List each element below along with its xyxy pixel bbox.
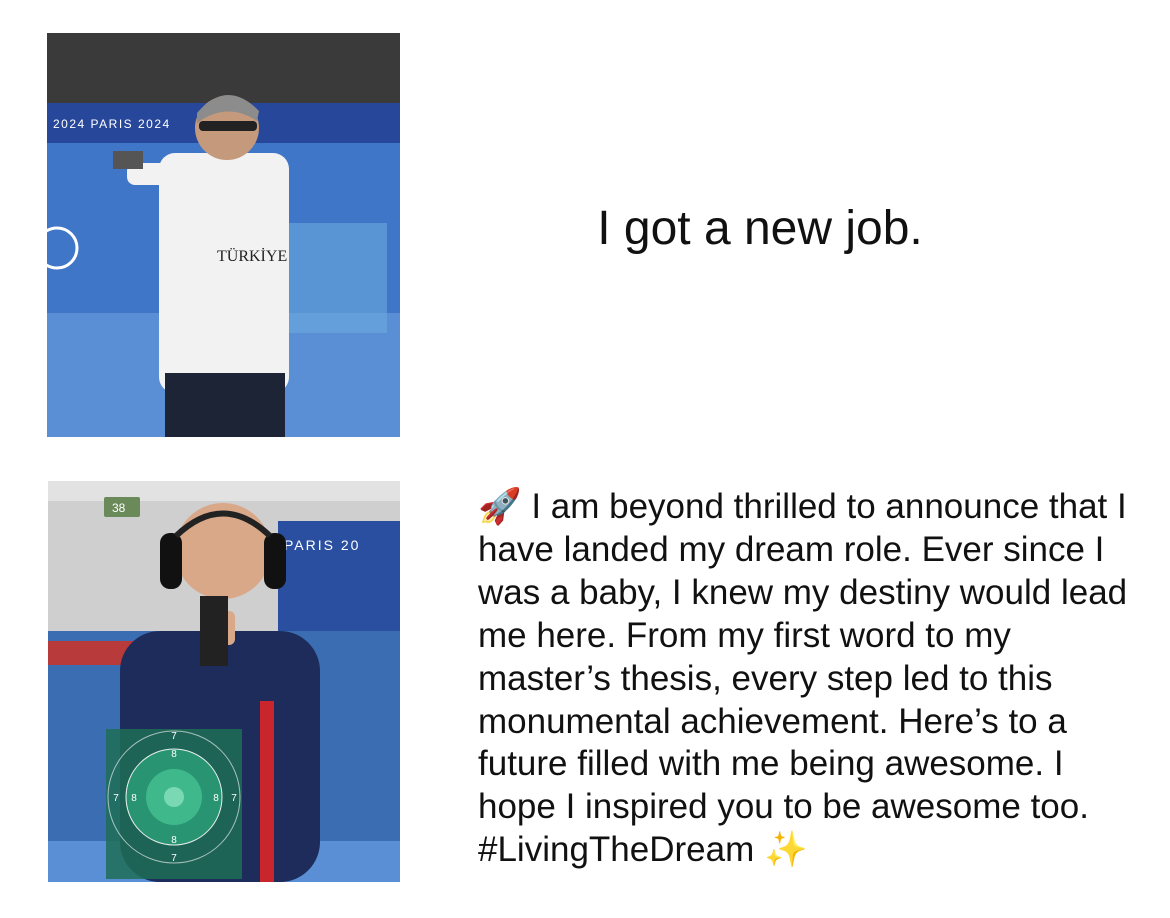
target-ring-label: 7: [171, 853, 177, 864]
sparkles-icon: ✨: [763, 830, 808, 871]
target-ring-label: 8: [171, 835, 177, 846]
announcement-post: 🚀 I am beyond thrilled to announce that …: [478, 486, 1138, 872]
target-ring-label: 8: [213, 793, 219, 804]
post-text: I am beyond thrilled to announce that I …: [478, 487, 1128, 870]
target-ring-label: 8: [131, 793, 137, 804]
rocket-icon: 🚀: [478, 487, 522, 527]
target-ring-label: 7: [231, 793, 237, 804]
bottom-photo: 38 PARIS 20 7 8 7 8 8 7 8 7: [48, 481, 400, 882]
target-ring-label: 7: [171, 731, 177, 742]
page-title: I got a new job.: [597, 202, 923, 255]
target-ring-label: 8: [171, 749, 177, 760]
shirt-text: TÜRKİYE: [217, 247, 287, 265]
bottom-banner-text: PARIS 20: [284, 537, 360, 553]
lane-number: 38: [112, 501, 126, 515]
top-photo: 2024 PARIS 2024 TÜRKİYE: [47, 33, 400, 437]
target-ring-label: 7: [113, 793, 119, 804]
top-banner-text: 2024 PARIS 2024: [53, 117, 171, 131]
